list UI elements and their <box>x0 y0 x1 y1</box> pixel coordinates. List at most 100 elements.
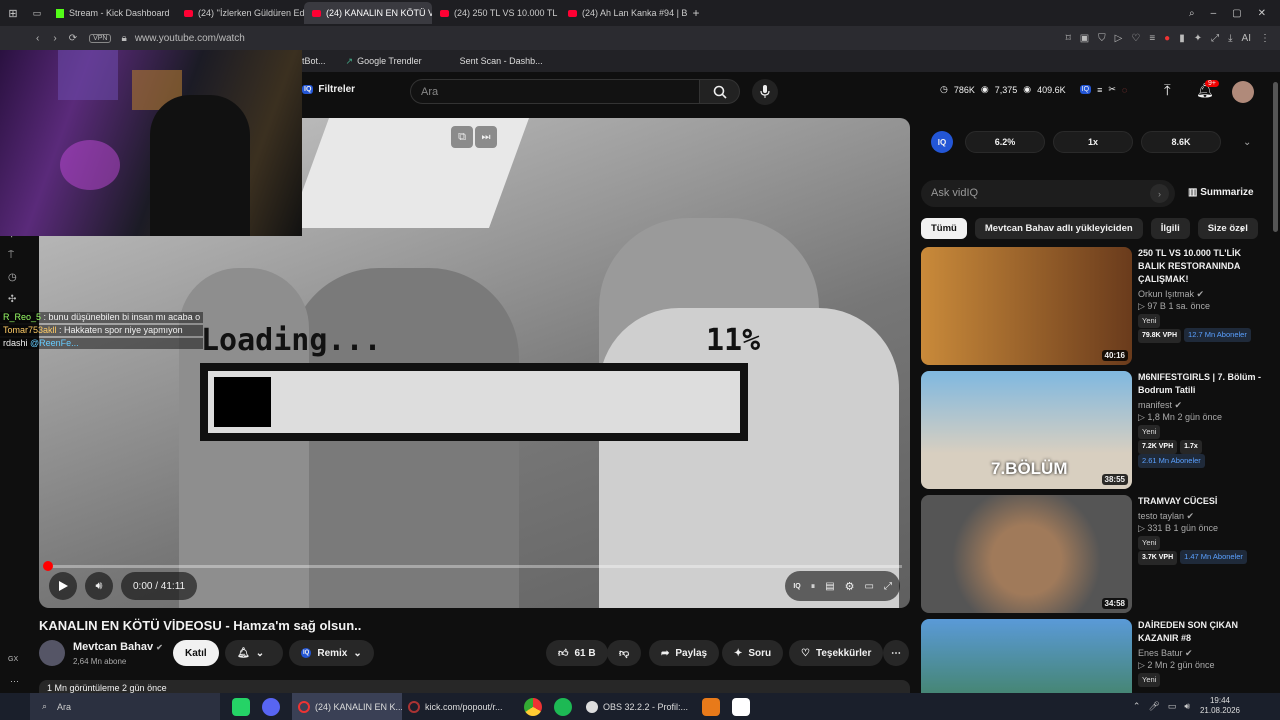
join-button[interactable]: Katıl <box>173 640 219 666</box>
download-icon[interactable]: ⤓ <box>1228 33 1232 44</box>
vidiq-player-icon[interactable]: IQ <box>793 583 800 590</box>
extension-icon[interactable]: ✦ <box>1194 33 1202 44</box>
dislike-button[interactable]: 👎︎ <box>607 640 641 666</box>
channel-name[interactable]: Mevtcan Bahav ✔ <box>73 641 163 653</box>
filter-button[interactable]: IQ Filtreler <box>302 84 355 95</box>
volume-button[interactable]: 🔊︎ <box>85 572 113 600</box>
pause-icon[interactable]: ⏸ <box>811 581 816 592</box>
recommendation-thumbnail[interactable]: 40:16 <box>921 247 1132 365</box>
voice-search-button[interactable] <box>752 79 778 105</box>
fullscreen-icon[interactable]: ⤢ <box>884 581 892 592</box>
chip-from-uploader[interactable]: Mevtcan Bahav adlı yükleyiciden <box>974 218 1143 239</box>
app-icon-orange[interactable] <box>702 697 720 716</box>
stats-icon[interactable]: ▮ <box>1179 33 1185 44</box>
recommendation-thumbnail[interactable]: 34:58 <box>921 495 1132 613</box>
shield-icon[interactable]: ⛉ <box>1098 33 1106 44</box>
snapshot-icon[interactable]: ▣ <box>1080 33 1089 44</box>
vidiq-icon[interactable]: IQ <box>1079 85 1092 94</box>
side-puzzle-icon[interactable]: ✣ <box>8 294 17 305</box>
ask-submit-icon[interactable]: › <box>1150 184 1169 203</box>
subtitles-icon[interactable]: ▤ <box>825 581 834 592</box>
summarize-button[interactable]: ▥ Summarize <box>1188 187 1254 198</box>
recommendation-thumbnail[interactable]: 7.BÖLÜM 38:55 <box>921 371 1132 489</box>
list-icon[interactable]: ≡ <box>1097 85 1102 95</box>
pin-icon[interactable]: ⤢ <box>1211 33 1219 44</box>
taskbar-task-kick[interactable]: kick.com/popout/r... <box>402 693 512 720</box>
bookmark-tbot[interactable]: tBot... <box>302 56 326 66</box>
discord-icon[interactable] <box>262 697 280 716</box>
taskbar-task-browser[interactable]: (24) KANALIN EN K... <box>292 693 402 720</box>
theater-icon[interactable]: ▭ <box>865 581 874 592</box>
recommendation-item[interactable]: 40:16 250 TL VS 10.000 TL'LİK BALIK REST… <box>921 247 1266 365</box>
back-icon[interactable]: ‹ <box>36 33 39 44</box>
tab-overview-icon[interactable]: ▭ <box>26 8 48 19</box>
more-actions-button[interactable]: ⋯ <box>883 640 909 666</box>
ai-icon[interactable]: AI <box>1242 33 1251 44</box>
bookmark-sent-scan[interactable]: Sent Scan - Dashb... <box>460 56 543 66</box>
url-field[interactable]: www.youtube.com/watch <box>135 33 245 44</box>
subscribe-bell-button[interactable]: 🔔︎ ⌄ <box>225 640 283 666</box>
bookmark-google-trends[interactable]: ↗ Google Trendler <box>346 56 422 67</box>
close-icon[interactable]: ✕ <box>1258 8 1266 19</box>
reload-icon[interactable]: ⟳ <box>69 33 77 44</box>
side-pin-icon[interactable]: ⍑ <box>8 250 17 261</box>
settings-icon[interactable]: ⚙ <box>845 580 855 593</box>
tab-kick-dashboard[interactable]: Stream - Kick Dashboard <box>48 2 176 24</box>
page-scrollbar[interactable] <box>1271 72 1280 692</box>
new-tab-icon[interactable]: + <box>688 6 704 20</box>
share-button[interactable]: ➦ Paylaş <box>649 640 720 666</box>
menu-icon[interactable]: ≡ <box>1149 33 1155 44</box>
maximize-icon[interactable]: ▢ <box>1232 8 1241 19</box>
taskbar-task-obs[interactable]: OBS 32.2.2 - Profil:... <box>580 693 690 720</box>
taskbar-clock[interactable]: 19:44 21.08.2026 <box>1200 696 1240 716</box>
alert-icon[interactable]: ◌ <box>1122 85 1127 95</box>
play-button[interactable] <box>49 572 77 600</box>
recommendation-title[interactable]: 250 TL VS 10.000 TL'LİK BALIK RESTORANIN… <box>1138 247 1266 286</box>
chips-next-icon[interactable]: › <box>1240 222 1244 236</box>
whatsapp-icon[interactable] <box>232 697 250 716</box>
forward-icon[interactable]: › <box>53 33 56 44</box>
bookmark-icon[interactable]: ⌑ <box>1066 33 1071 44</box>
taskbar-search[interactable]: ⌕ Ara <box>30 693 220 720</box>
tray-chevron-icon[interactable]: ⌃ <box>1133 701 1141 712</box>
recommendation-title[interactable]: TRAMVAY CÜCESİ <box>1138 495 1266 508</box>
tray-volume-icon[interactable]: 🔊︎ <box>1184 701 1190 712</box>
tools-icon[interactable]: ✂ <box>1108 84 1116 95</box>
thanks-button[interactable]: ♡ Teşekkürler <box>789 640 884 666</box>
chevron-down-icon[interactable]: ⌄ <box>1243 137 1251 148</box>
app-icon-capcut[interactable] <box>732 697 750 716</box>
upload-icon[interactable]: ⤒ <box>1164 82 1171 99</box>
channel-avatar[interactable] <box>39 640 65 666</box>
record-icon[interactable]: ● <box>1164 33 1170 44</box>
vpn-badge[interactable]: VPN <box>89 33 112 43</box>
recommendation-item[interactable]: 7.BÖLÜM 38:55 M6NIFESTGIRLS | 7. Bölüm -… <box>921 371 1266 489</box>
tab-youtube-active[interactable]: (24) KANALIN EN KÖTÜ Vİ <box>304 2 432 24</box>
chrome-icon[interactable] <box>524 697 542 716</box>
tray-mic-icon[interactable]: 🎤︎ <box>1148 701 1159 712</box>
spotify-icon[interactable] <box>554 697 572 716</box>
recommendation-title[interactable]: M6NIFESTGIRLS | 7. Bölüm - Bodrum Tatili <box>1138 371 1266 397</box>
tab-youtube-1[interactable]: (24) ''İzlerken Güldüren Ed <box>176 2 304 24</box>
heart-icon[interactable]: ♡ <box>1131 33 1140 44</box>
chip-related[interactable]: İlgili <box>1150 218 1190 239</box>
skip-icon[interactable]: ⏭ <box>475 126 497 148</box>
browser-menu-icon[interactable]: ⊞ <box>0 7 26 20</box>
play-icon[interactable]: ▷ <box>1115 33 1123 44</box>
recommendation-item[interactable]: 34:58 TRAMVAY CÜCESİ testo taylan ✔ ▷ 33… <box>921 495 1266 613</box>
side-more-icon[interactable]: ⋯ <box>10 676 19 687</box>
recommendation-title[interactable]: DAİREDEN SON ÇIKAN KAZANIR #8 <box>1138 619 1266 645</box>
recommendation-thumbnail[interactable] <box>921 619 1132 693</box>
remix-button[interactable]: IQ Remix ⌄ <box>289 640 374 666</box>
chip-for-you[interactable]: Size özel <box>1197 218 1258 239</box>
search-input[interactable]: Ara <box>410 79 700 104</box>
search-tabs-icon[interactable]: ⌕ <box>1189 8 1195 19</box>
like-button[interactable]: 👍︎ 61 B <box>546 640 608 666</box>
chip-all[interactable]: Tümü <box>921 218 967 239</box>
ask-vidiq-input[interactable]: Ask vidIQ <box>921 180 1175 207</box>
tab-youtube-3[interactable]: (24) 250 TL VS 10.000 TL <box>432 2 560 24</box>
scrollbar-thumb[interactable] <box>1273 82 1278 232</box>
miniplayer-icon[interactable]: ⧉ <box>451 126 473 148</box>
ask-button[interactable]: ✦ Soru <box>722 640 784 666</box>
tab-youtube-4[interactable]: (24) Ah Lan Kanka #94 | B <box>560 2 688 24</box>
minimize-icon[interactable]: – <box>1211 8 1217 19</box>
